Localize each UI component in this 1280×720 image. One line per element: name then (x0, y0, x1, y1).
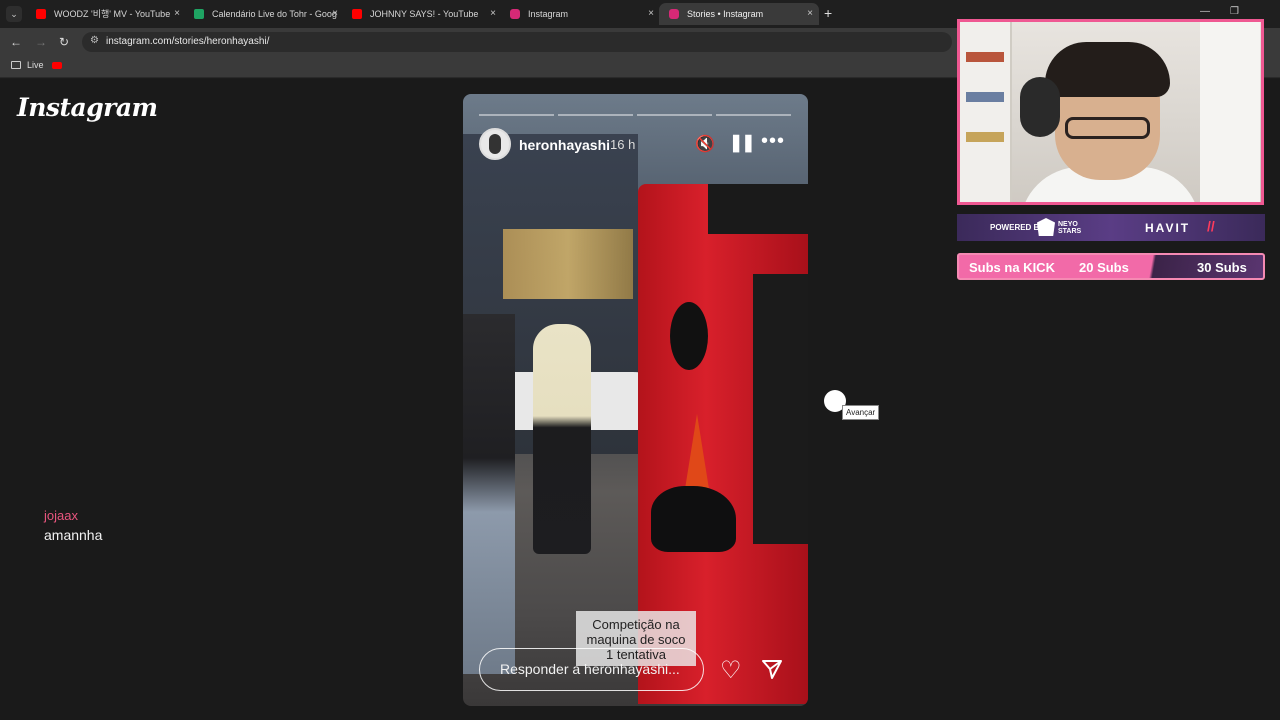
neyo-stars-label: NEYO STARS (1058, 221, 1082, 235)
close-tab-icon[interactable]: × (648, 3, 654, 25)
minimize-icon[interactable]: — (1200, 6, 1210, 17)
story-photo-machine-panel (753, 274, 808, 544)
more-options-icon[interactable]: ••• (761, 130, 785, 153)
back-icon[interactable]: ← (10, 35, 22, 49)
send-icon[interactable] (761, 658, 783, 680)
tab-calendario[interactable]: Calendário Live do Tohr - Goog × (184, 3, 344, 25)
story-username[interactable]: heronhayashi (519, 137, 610, 153)
caption-line: maquina de soco (586, 632, 686, 647)
restore-icon[interactable]: ❐ (1230, 6, 1239, 17)
sheets-icon (194, 9, 204, 19)
heart-icon[interactable]: ♡ (720, 656, 742, 685)
subs-current: 20 Subs (1079, 260, 1129, 275)
forward-icon[interactable]: → (35, 35, 47, 49)
reload-icon[interactable]: ↻ (59, 35, 69, 49)
story-progress-bars (479, 114, 791, 116)
havit-mark-icon: // (1207, 218, 1215, 234)
muted-speaker-icon[interactable]: 🔇 (695, 134, 715, 154)
tab-title: Calendário Live do Tohr - Goog (212, 9, 337, 19)
story-photo-person (533, 324, 591, 554)
webcam-streamer-hair (1045, 42, 1170, 97)
youtube-icon (36, 9, 46, 19)
tab-search-button[interactable]: ⌄ (6, 6, 22, 22)
webcam-streamer-glasses (1065, 117, 1150, 139)
story-photo-trash-bag (651, 486, 736, 552)
havit-logo: HAVIT (1145, 221, 1191, 235)
webcam-overlay (957, 19, 1264, 205)
neyo-stars-logo-icon (1037, 218, 1055, 236)
tab-title: Instagram (528, 9, 569, 19)
close-tab-icon[interactable]: × (174, 3, 180, 25)
youtube-icon (352, 9, 362, 19)
address-bar[interactable]: ⚙ instagram.com/stories/heronhayashi/ (82, 32, 952, 52)
instagram-logo[interactable]: Instagram (17, 93, 158, 122)
folder-icon (11, 61, 21, 69)
subs-label: Subs na KICK (969, 260, 1055, 275)
close-tab-icon[interactable]: × (807, 3, 813, 25)
instagram-icon (669, 9, 679, 19)
sponsor-banner: POWERED BY NEYO STARS HAVIT // (957, 214, 1265, 241)
story-photo-person (463, 314, 515, 674)
bookmark-live[interactable]: Live (27, 60, 44, 70)
reply-input[interactable]: Responder a heronhayashi... (479, 648, 704, 691)
powered-by-label: POWERED BY (990, 223, 1045, 232)
tab-woodz[interactable]: WOODZ '비행' MV - YouTube × (26, 3, 186, 25)
caption-line: Competição na (592, 617, 680, 632)
tab-title: JOHNNY SAYS! - YouTube (370, 9, 479, 19)
tab-instagram[interactable]: Instagram × (500, 3, 660, 25)
site-info-icon[interactable]: ⚙ (90, 35, 99, 46)
tab-title: WOODZ '비행' MV - YouTube (54, 9, 171, 19)
story-photo-lights (503, 229, 633, 299)
avatar[interactable] (479, 128, 511, 160)
story-photo-machine-top (708, 184, 808, 234)
tab-stories-instagram[interactable]: Stories • Instagram × (659, 3, 819, 25)
headphones-icon (1020, 77, 1060, 137)
tab-johnny-says[interactable]: JOHNNY SAYS! - YouTube × (342, 3, 502, 25)
subs-goal-bar: Subs na KICK 20 Subs 30 Subs (957, 253, 1265, 280)
url-text: instagram.com/stories/heronhayashi/ (106, 36, 270, 47)
new-tab-button[interactable]: + (824, 5, 832, 21)
story-photo-punch-bag (670, 302, 708, 370)
tooltip: Avançar (842, 405, 880, 420)
subs-goal: 30 Subs (1197, 260, 1247, 275)
story-timestamp: 16 h (610, 137, 636, 152)
close-tab-icon[interactable]: × (490, 3, 496, 25)
close-tab-icon[interactable]: × (332, 3, 338, 25)
story-photo-cone (685, 414, 709, 489)
chat-message: amannha (44, 527, 103, 543)
tab-title: Stories • Instagram (687, 9, 764, 19)
instagram-icon (510, 9, 520, 19)
chat-username: jojaax (44, 508, 78, 523)
webcam-door (1200, 22, 1260, 202)
pause-icon[interactable]: ❚❚ (729, 133, 755, 153)
webcam-bookshelf (960, 22, 1012, 202)
youtube-icon[interactable] (52, 62, 62, 69)
